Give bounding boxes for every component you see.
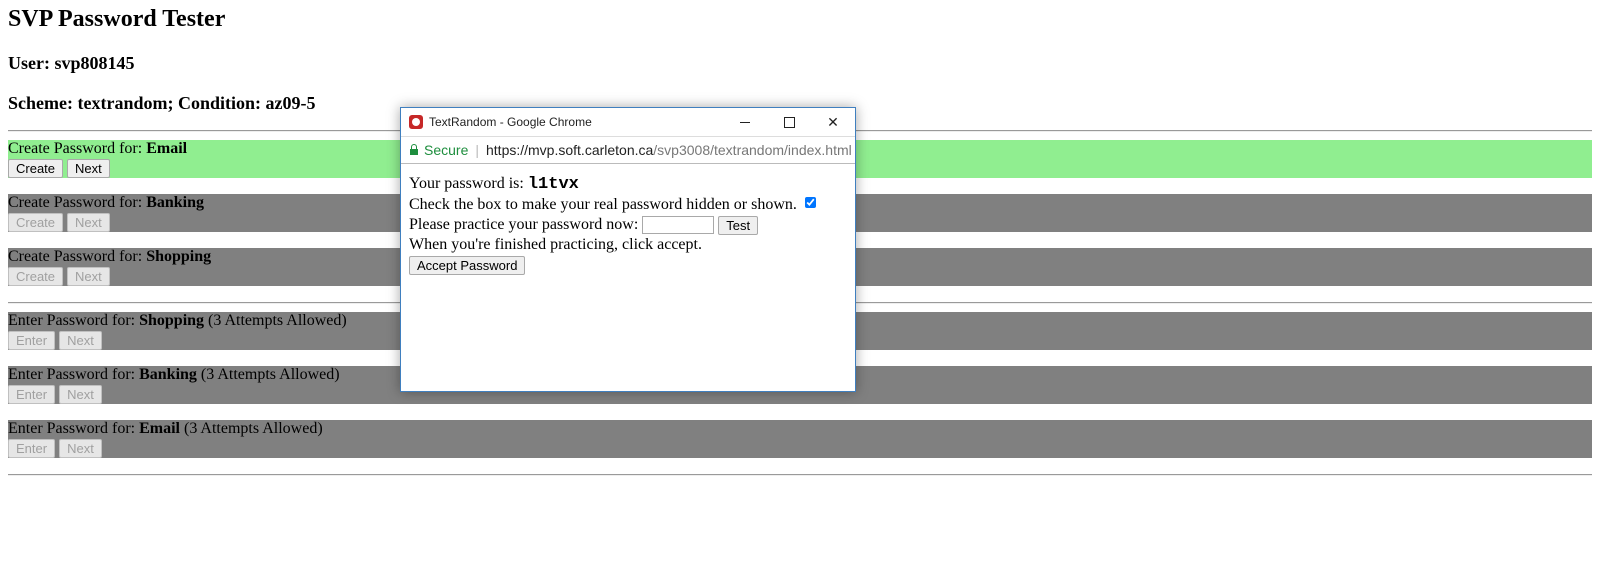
row-prefix: Create Password for: [8,194,147,211]
app-logo-icon [409,115,423,129]
account-name: Email [146,140,188,157]
password-value: l1tvx [527,175,579,194]
popup-window: TextRandom - Google Chrome ✕ Secure | ht… [400,107,856,392]
attempts-text: (3 Attempts Allowed) [196,366,340,383]
user-heading: User: svp808145 [8,53,135,73]
create-button[interactable]: Create [8,213,64,232]
next-button[interactable]: Next [67,267,110,286]
enter-button[interactable]: Enter [8,331,56,350]
window-titlebar: TextRandom - Google Chrome ✕ [401,108,855,136]
password-prefix: Your password is: [409,175,528,192]
page-title: SVP Password Tester [8,6,226,32]
minimize-icon[interactable] [723,108,767,136]
enter-button[interactable]: Enter [8,385,56,404]
row-prefix: Enter Password for: [8,420,140,437]
account-name: Banking [146,194,204,211]
attempts-text: (3 Attempts Allowed) [179,420,323,437]
next-button[interactable]: Next [67,159,110,178]
enter-row-email: Enter Password for: Email (3 Attempts Al… [8,420,1592,458]
row-prefix: Create Password for: [8,248,147,265]
checkbox-line: Check the box to make your real password… [409,195,847,215]
secure-label: Secure [424,142,469,158]
next-button[interactable]: Next [59,385,102,404]
row-prefix: Create Password for: [8,140,147,157]
next-button[interactable]: Next [67,213,110,232]
separator: | [475,142,479,158]
enter-button[interactable]: Enter [8,439,56,458]
account-name: Shopping [139,312,205,329]
popup-content: Your password is: l1tvx Check the box to… [401,164,855,285]
checkbox-text: Check the box to make your real password… [409,196,797,213]
account-name: Email [139,420,180,437]
practice-input[interactable] [642,216,715,235]
finish-text: When you're finished practicing, click a… [409,236,702,253]
row-prefix: Enter Password for: [8,312,140,329]
test-button[interactable]: Test [718,215,759,235]
password-line: Your password is: l1tvx [409,174,847,195]
attempts-text: (3 Attempts Allowed) [204,312,347,329]
show-password-checkbox[interactable] [804,197,816,208]
url-host: https://mvp.soft.carleton.ca [486,142,654,158]
close-icon[interactable]: ✕ [811,108,855,136]
practice-line: Please practice your password now: Test [409,215,847,235]
divider [8,474,1592,476]
next-button[interactable]: Next [59,331,102,350]
row-prefix: Enter Password for: [8,366,140,383]
next-button[interactable]: Next [59,439,102,458]
address-bar[interactable]: Secure | https://mvp.soft.carleton.ca/sv… [401,136,855,164]
create-button[interactable]: Create [8,159,64,178]
create-button[interactable]: Create [8,267,64,286]
url-path: /svp3008/textrandom/index.html [653,142,852,158]
accept-password-button[interactable]: Accept Password [409,255,526,275]
practice-text: Please practice your password now: [409,216,643,233]
account-name: Banking [139,366,197,383]
maximize-icon[interactable] [767,108,811,136]
lock-icon [410,144,418,155]
window-title: TextRandom - Google Chrome [429,115,592,129]
account-name: Shopping [146,248,212,265]
